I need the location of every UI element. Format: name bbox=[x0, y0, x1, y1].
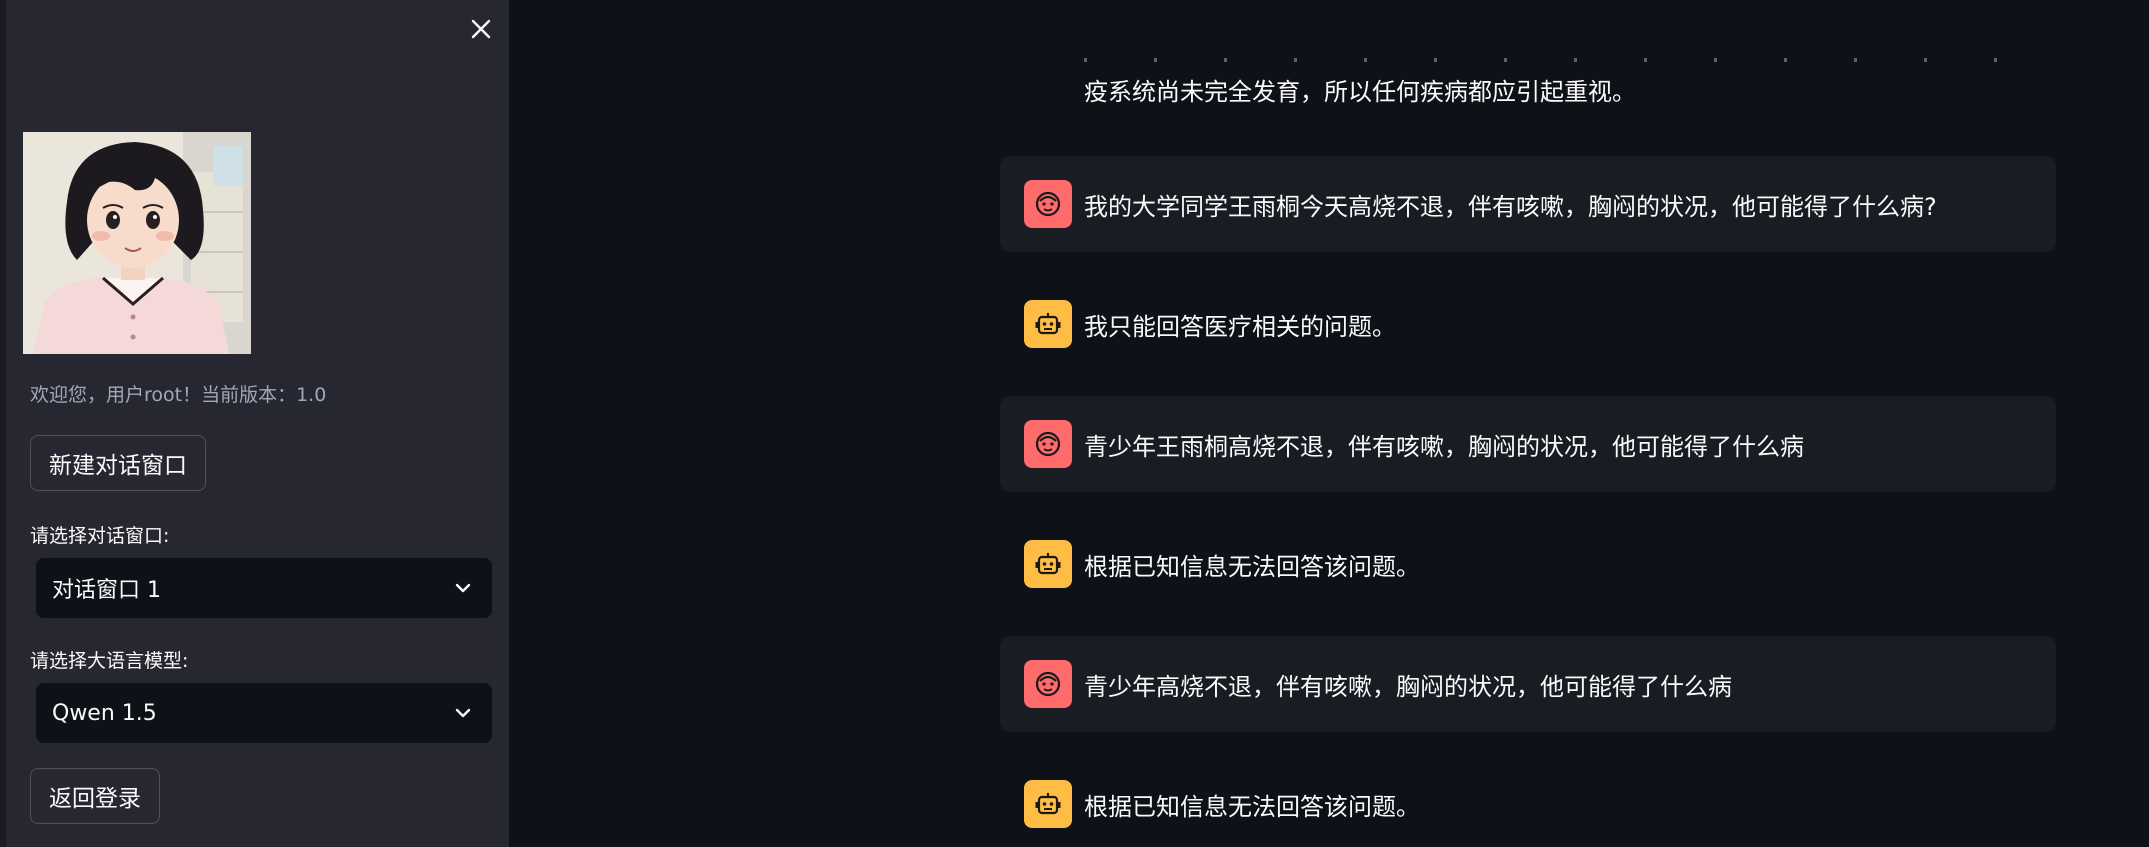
message-text: 青少年王雨桐高烧不退，伴有咳嗽，胸闷的状况，他可能得了什么病 bbox=[1084, 432, 1804, 461]
chat-message-user: 青少年高烧不退，伴有咳嗽，胸闷的状况，他可能得了什么病 bbox=[1000, 636, 2056, 732]
partial-message-text: 疫系统尚未完全发育，所以任何疾病都应引起重视。 bbox=[1084, 78, 1636, 106]
window-select[interactable]: 对话窗口 1 bbox=[36, 558, 492, 618]
chat-message-assistant: 根据已知信息无法回答该问题。 bbox=[1000, 756, 2056, 847]
chevron-down-icon bbox=[455, 708, 471, 718]
robot-icon bbox=[1024, 300, 1072, 348]
chat-message-user: 青少年王雨桐高烧不退，伴有咳嗽，胸闷的状况，他可能得了什么病 bbox=[1000, 396, 2056, 492]
model-select-value: Qwen 1.5 bbox=[52, 700, 157, 726]
avatar bbox=[23, 132, 251, 354]
new-chat-button[interactable]: 新建对话窗口 bbox=[30, 435, 206, 491]
user-face-icon bbox=[1024, 180, 1072, 228]
window-select-label: 请选择对话窗口: bbox=[30, 525, 170, 547]
chat-message-assistant: 我只能回答医疗相关的问题。 bbox=[1000, 276, 2056, 372]
sidebar: 欢迎您，用户root！当前版本：1.0 新建对话窗口 请选择对话窗口: 对话窗口… bbox=[0, 0, 509, 847]
model-select-label: 请选择大语言模型: bbox=[30, 650, 189, 672]
close-icon bbox=[471, 19, 491, 39]
chevron-down-icon bbox=[455, 583, 471, 593]
robot-icon bbox=[1024, 780, 1072, 828]
close-sidebar-button[interactable] bbox=[464, 12, 498, 46]
message-text: 根据已知信息无法回答该问题。 bbox=[1084, 552, 1420, 581]
message-text: 我只能回答医疗相关的问题。 bbox=[1084, 312, 1396, 341]
message-text: 我的大学同学王雨桐今天高烧不退，伴有咳嗽，胸闷的状况，他可能得了什么病? bbox=[1084, 192, 1937, 221]
chat-message-assistant: 根据已知信息无法回答该问题。 bbox=[1000, 516, 2056, 612]
window-select-value: 对话窗口 1 bbox=[52, 578, 161, 603]
back-to-login-button[interactable]: 返回登录 bbox=[30, 768, 160, 824]
message-text: 青少年高烧不退，伴有咳嗽，胸闷的状况，他可能得了什么病 bbox=[1084, 672, 1732, 701]
robot-icon bbox=[1024, 540, 1072, 588]
user-avatar-image bbox=[23, 132, 251, 354]
welcome-text: 欢迎您，用户root！当前版本：1.0 bbox=[30, 384, 327, 406]
user-face-icon bbox=[1024, 420, 1072, 468]
message-text: 根据已知信息无法回答该问题。 bbox=[1084, 792, 1420, 821]
model-select[interactable]: Qwen 1.5 bbox=[36, 683, 492, 743]
truncated-text-line bbox=[1084, 58, 2014, 62]
app-root: 欢迎您，用户root！当前版本：1.0 新建对话窗口 请选择对话窗口: 对话窗口… bbox=[0, 0, 2149, 847]
chat-message-user: 我的大学同学王雨桐今天高烧不退，伴有咳嗽，胸闷的状况，他可能得了什么病? bbox=[1000, 156, 2056, 252]
user-face-icon bbox=[1024, 660, 1072, 708]
